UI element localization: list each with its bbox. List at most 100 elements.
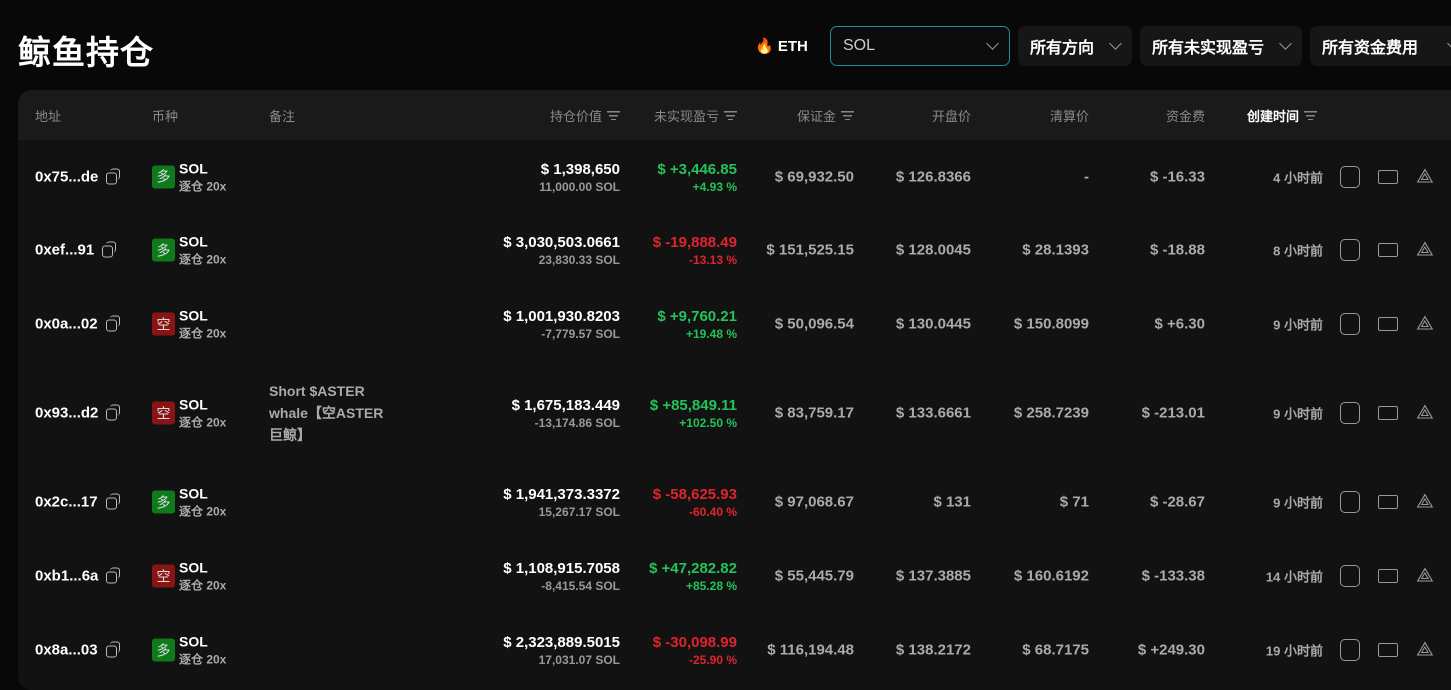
funding-select[interactable]: 所有资金费用 <box>1310 26 1451 66</box>
margin-cell: $ 50,096.54 <box>774 315 854 333</box>
open-price-cell: $ 126.8366 <box>895 168 971 185</box>
table-row[interactable]: 0xef...91 多 SOL 逐仓 20x $ 3,030,503.0661 23,… <box>18 213 1451 287</box>
header-created-label: 创建时间 <box>1247 109 1300 124</box>
copy-icon[interactable] <box>106 567 121 584</box>
share-icon[interactable]: ⟁ <box>1416 639 1434 662</box>
margin-cell: $ 83,759.17 <box>774 404 854 422</box>
header-value[interactable]: 持仓价值 <box>550 106 620 125</box>
pnl-cell: $ +3,446.85 +4.93 % <box>657 160 737 194</box>
monitor-icon[interactable] <box>1378 643 1398 657</box>
pnl-percent: +85.28 % <box>685 579 737 593</box>
position-qty: 23,830.33 SOL <box>538 253 620 267</box>
sort-icon[interactable] <box>1304 111 1318 120</box>
created-time: 9 小时前 <box>1273 317 1323 333</box>
pnl-cell: $ -58,625.93 -60.40 % <box>653 485 737 519</box>
pnl-value: $ +3,446.85 <box>657 160 737 178</box>
chart-icon[interactable] <box>1340 239 1360 261</box>
chevron-down-icon <box>986 37 999 50</box>
monitor-icon[interactable] <box>1378 495 1398 509</box>
open-price-cell: $ 133.6661 <box>895 404 971 422</box>
open-price-cell: $ 137.3885 <box>895 567 971 585</box>
margin-cell: $ 69,932.50 <box>774 168 854 185</box>
address-cell: 0x2c...17 <box>35 493 120 511</box>
copy-icon[interactable] <box>105 641 120 658</box>
direction-select[interactable]: 所有方向 <box>1018 26 1132 66</box>
sort-icon[interactable] <box>724 111 737 120</box>
position-value: $ 1,398,650 <box>540 160 620 178</box>
pnl-value: $ -19,888.49 <box>652 234 737 251</box>
pnl-select-value: 所有未实现盈亏 <box>1152 40 1265 57</box>
copy-icon[interactable] <box>105 493 120 510</box>
coin-select[interactable]: SOL <box>830 26 1010 66</box>
margin-cell: $ 151,525.15 <box>766 241 854 259</box>
sort-icon[interactable] <box>841 111 854 120</box>
coin-select-value: SOL <box>843 37 876 54</box>
monitor-icon[interactable] <box>1378 169 1398 184</box>
share-icon[interactable]: ⟁ <box>1416 313 1434 336</box>
share-icon[interactable]: ⟁ <box>1416 565 1434 588</box>
pnl-cell: $ +9,760.21 +19.48 % <box>657 307 737 341</box>
chart-icon[interactable] <box>1340 165 1360 188</box>
margin-mode: 逐仓 20x <box>179 504 227 519</box>
table-row[interactable]: 0x75...de 多 SOL 逐仓 20x $ 1,398,650 11,000.0… <box>18 140 1451 213</box>
eth-hot-link[interactable]: 🔥 ETH <box>755 37 808 55</box>
liq-price-cell: $ 150.8099 <box>1013 315 1089 333</box>
monitor-icon[interactable] <box>1378 317 1398 331</box>
header-pnl[interactable]: 未实现盈亏 <box>654 106 737 125</box>
liq-price-cell: - <box>1084 168 1089 185</box>
address-link[interactable]: 0xef...91 <box>35 242 94 259</box>
copy-icon[interactable] <box>102 241 117 258</box>
open-price-cell: $ 130.0445 <box>895 315 971 333</box>
share-icon[interactable]: ⟁ <box>1416 491 1434 514</box>
copy-icon[interactable] <box>106 168 121 184</box>
address-link[interactable]: 0x8a...03 <box>35 642 98 659</box>
table-row[interactable]: 0x8a...03 多 SOL 逐仓 20x $ 2,323,889.5015 17,… <box>18 613 1451 687</box>
table-row[interactable]: 0x93...d2 空 SOL 逐仓 20x Short $ASTER whale【… <box>18 361 1451 465</box>
position-value: $ 3,030,503.0661 <box>503 234 620 251</box>
monitor-icon[interactable] <box>1378 406 1398 420</box>
sort-icon[interactable] <box>607 111 620 120</box>
table-row[interactable]: 0x2c...17 多 SOL 逐仓 20x $ 1,941,373.3372 15,… <box>18 465 1451 539</box>
pnl-percent: +19.48 % <box>685 327 737 341</box>
margin-mode: 逐仓 20x <box>179 578 227 593</box>
funding-cell: $ -18.88 <box>1149 241 1205 259</box>
chart-icon[interactable] <box>1340 402 1360 424</box>
pnl-value: $ -58,625.93 <box>652 486 737 503</box>
address-link[interactable]: 0x0a...02 <box>35 316 98 333</box>
chart-icon[interactable] <box>1340 639 1360 661</box>
coin-name: SOL <box>179 633 208 650</box>
pnl-value: $ +47,282.82 <box>648 560 737 577</box>
direction-select-value: 所有方向 <box>1030 40 1095 57</box>
copy-icon[interactable] <box>105 315 120 332</box>
chart-icon[interactable] <box>1340 313 1360 335</box>
chart-icon[interactable] <box>1340 565 1360 587</box>
pnl-select[interactable]: 所有未实现盈亏 <box>1140 26 1302 66</box>
position-value: $ 1,108,915.7058 <box>503 560 620 577</box>
address-cell: 0xef...91 <box>35 241 117 259</box>
margin-mode: 逐仓 20x <box>179 415 227 430</box>
address-link[interactable]: 0xb1...6a <box>35 568 98 585</box>
share-icon[interactable]: ⟁ <box>1416 165 1434 188</box>
coin-cell: 多 SOL 逐仓 20x <box>152 159 226 194</box>
copy-icon[interactable] <box>106 404 121 421</box>
address-link[interactable]: 0x93...d2 <box>35 405 98 422</box>
position-value: $ 1,941,373.3372 <box>503 486 620 503</box>
address-link[interactable]: 0x2c...17 <box>35 494 98 511</box>
pnl-percent: -60.40 % <box>688 505 737 519</box>
pnl-value: $ +9,760.21 <box>657 308 737 325</box>
value-cell: $ 2,323,889.5015 17,031.07 SOL <box>503 633 620 667</box>
table-row[interactable]: 0xb1...6a 空 SOL 逐仓 20x $ 1,108,915.7058 -8,… <box>18 539 1451 613</box>
header-margin[interactable]: 保证金 <box>797 106 854 125</box>
open-price-cell: $ 131 <box>933 493 971 511</box>
monitor-icon[interactable] <box>1378 243 1398 257</box>
address-link[interactable]: 0x75...de <box>35 168 98 185</box>
open-price-cell: $ 138.2172 <box>895 641 971 659</box>
value-cell: $ 1,108,915.7058 -8,415.54 SOL <box>503 559 620 593</box>
table-row[interactable]: 0x0a...02 空 SOL 逐仓 20x $ 1,001,930.8203 -7,… <box>18 287 1451 361</box>
share-icon[interactable]: ⟁ <box>1416 402 1434 425</box>
share-icon[interactable]: ⟁ <box>1416 239 1434 262</box>
monitor-icon[interactable] <box>1378 569 1398 583</box>
header-liq: 清算价 <box>1049 109 1089 124</box>
chart-icon[interactable] <box>1340 491 1360 513</box>
header-created[interactable]: 创建时间 <box>1247 106 1318 125</box>
